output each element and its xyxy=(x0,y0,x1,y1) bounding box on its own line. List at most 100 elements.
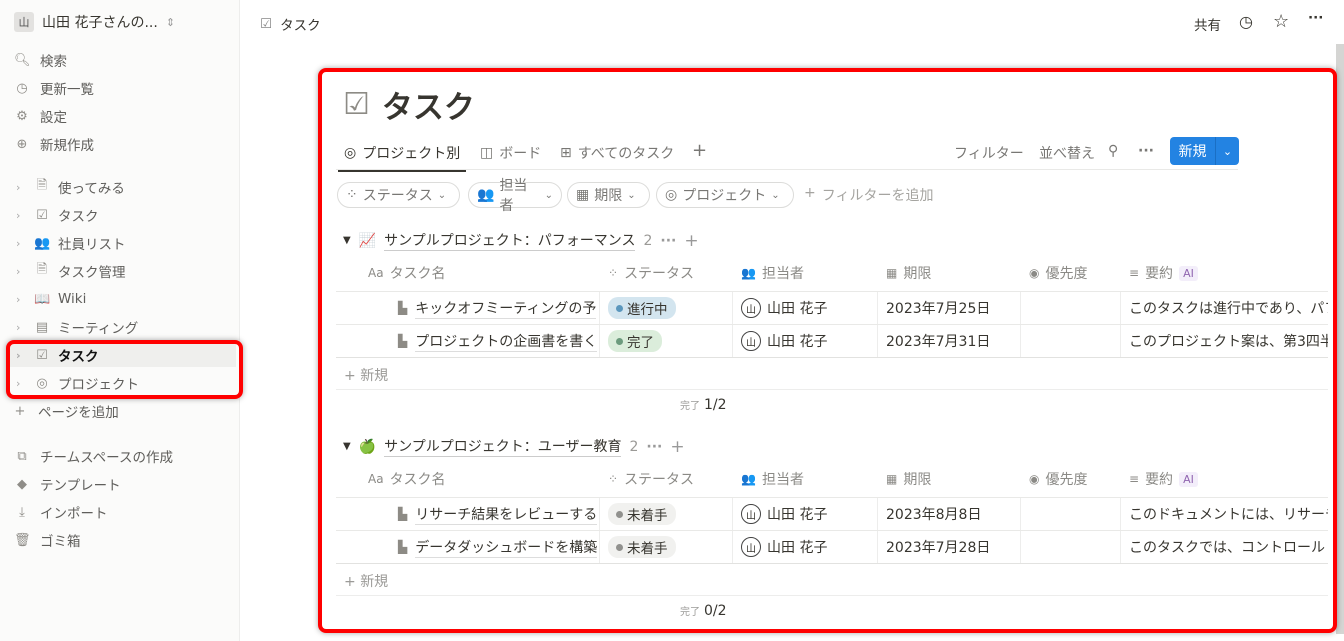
column-label: 要約 xyxy=(1145,469,1173,489)
column-header[interactable]: Aaタスク名 xyxy=(368,263,446,283)
page-icon: ▙ xyxy=(398,301,407,315)
status-icon: ⁘ xyxy=(608,472,618,486)
status-badge: 進行中 xyxy=(608,297,676,319)
task-name[interactable]: キックオフミーティングの予 xyxy=(415,298,596,319)
column-header[interactable]: ▦ 期限 xyxy=(886,263,931,283)
calendar-icon: ▦ xyxy=(886,266,897,280)
column-label: 要約 xyxy=(1145,263,1173,283)
done-value: 0/2 xyxy=(704,603,727,619)
summary-text: このタスクでは、コントロール xyxy=(1129,537,1325,557)
table-cell[interactable] xyxy=(1021,531,1121,563)
table-row[interactable]: ▙キックオフミーティングの予進行中山山田 花子2023年7月25日このタスクは進… xyxy=(336,291,1336,324)
status-badge: 未着手 xyxy=(608,503,676,525)
task-name[interactable]: データダッシュボードを構築 xyxy=(415,537,597,558)
status-label: 進行中 xyxy=(627,298,668,318)
table-cell[interactable]: 2023年7月31日 xyxy=(878,325,1021,357)
column-header[interactable]: ◉優先度 xyxy=(1029,263,1087,283)
ai-badge: AI xyxy=(1179,266,1198,281)
column-label: 期限 xyxy=(903,263,931,283)
column-header[interactable]: ▦期限 xyxy=(886,469,931,489)
table-cell[interactable]: ▙ リサーチ結果をレビューする xyxy=(336,498,600,530)
add-row-button[interactable]: + 新規 xyxy=(344,571,388,591)
group-emoji-icon: 📈 xyxy=(359,233,376,249)
add-row-button[interactable]: + 新規 xyxy=(344,365,388,385)
table-cell[interactable]: 2023年7月28日 xyxy=(878,531,1021,563)
table-divider xyxy=(336,595,1336,596)
due-date: 2023年8月8日 xyxy=(886,504,981,524)
table-cell[interactable]: 完了 xyxy=(600,325,733,357)
table-row[interactable]: ▙プロジェクトの企画書を書く完了山山田 花子2023年7月31日このプロジェクト… xyxy=(336,324,1336,357)
table-cell[interactable]: 山山田 花子 xyxy=(733,292,878,324)
page-icon: ▙ xyxy=(398,540,407,554)
table-cell[interactable]: 山山田 花子 xyxy=(733,498,878,530)
group-header[interactable]: ▼ 📈 サンプルプロジェクト：パフォーマンス 2 ··· + xyxy=(343,230,699,251)
assignee-name: 山田 花子 xyxy=(767,537,827,557)
status-badge: 完了 xyxy=(608,330,662,352)
text-icon: Aa xyxy=(368,266,384,280)
group-count: 2 xyxy=(629,439,638,455)
column-header[interactable]: 👥担当者 xyxy=(741,263,804,283)
group-footer-calc[interactable]: 完了0/2 xyxy=(680,603,727,619)
table-cell[interactable]: ▙ キックオフミーティングの予 xyxy=(336,292,600,324)
table-cell[interactable]: 進行中 xyxy=(600,292,733,324)
plus-icon: + xyxy=(344,368,360,384)
group-title[interactable]: サンプルプロジェクト：ユーザー教育 xyxy=(384,436,621,457)
column-label: 優先度 xyxy=(1045,263,1087,283)
collapse-triangle-icon[interactable]: ▼ xyxy=(343,235,351,246)
text-icon: Aa xyxy=(368,472,384,486)
done-label: 完了 xyxy=(680,401,700,412)
column-label: 期限 xyxy=(903,469,931,489)
avatar: 山 xyxy=(741,298,761,318)
column-header[interactable]: ≡要約AI xyxy=(1129,263,1198,283)
column-header[interactable]: ◉優先度 xyxy=(1029,469,1087,489)
summary-text: このタスクは進行中であり、パフ xyxy=(1129,298,1336,318)
table-cell[interactable]: ▙ プロジェクトの企画書を書く xyxy=(336,325,600,357)
group-count: 2 xyxy=(643,233,652,249)
assignee-name: 山田 花子 xyxy=(767,298,827,318)
table-cell[interactable] xyxy=(1021,325,1121,357)
scrollbar[interactable] xyxy=(1336,44,1344,634)
assignee-name: 山田 花子 xyxy=(767,331,827,351)
table-cell[interactable]: 未着手 xyxy=(600,531,733,563)
group-header[interactable]: ▼ 🍏 サンプルプロジェクト：ユーザー教育 2 ··· + xyxy=(343,436,685,457)
table-cell[interactable]: 2023年7月25日 xyxy=(878,292,1021,324)
column-label: ステータス xyxy=(624,469,694,489)
people-icon: 👥 xyxy=(741,266,756,280)
more-icon[interactable]: ··· xyxy=(646,439,662,455)
table-row[interactable]: ▙ データダッシュボードを構築未着手山山田 花子2023年7月28日 このタスクでは… xyxy=(336,530,1336,563)
page-icon: ▙ xyxy=(398,334,407,348)
collapse-triangle-icon[interactable]: ▼ xyxy=(343,441,351,452)
table-cell[interactable]: 山山田 花子 xyxy=(733,325,878,357)
table-cell[interactable]: 未着手 xyxy=(600,498,733,530)
plus-icon[interactable]: + xyxy=(670,437,684,457)
table-cell[interactable]: 2023年8月8日 xyxy=(878,498,1021,530)
status-dot xyxy=(616,338,623,345)
plus-icon[interactable]: + xyxy=(684,231,698,251)
status-label: 未着手 xyxy=(627,504,668,524)
page-icon: ▙ xyxy=(398,507,407,521)
column-header[interactable]: Aa タスク名 xyxy=(368,469,446,489)
table-cell[interactable] xyxy=(1021,498,1121,530)
group-footer-calc[interactable]: 完了1/2 xyxy=(680,397,727,413)
people-icon: 👥 xyxy=(741,472,756,486)
table-cell[interactable] xyxy=(1021,292,1121,324)
table-cell[interactable]: 山山田 花子 xyxy=(733,531,878,563)
more-icon[interactable]: ··· xyxy=(660,233,676,249)
status-label: 完了 xyxy=(627,331,654,351)
table-cell[interactable]: ▙ データダッシュボードを構築 xyxy=(336,531,600,563)
table-row[interactable]: ▙リサーチ結果をレビューする未着手山山田 花子2023年8月8日このドキュメント… xyxy=(336,497,1336,530)
group-title[interactable]: サンプルプロジェクト：パフォーマンス xyxy=(384,230,635,251)
column-header[interactable]: ⁘ステータス xyxy=(608,263,694,283)
column-header[interactable]: ≡要約AI xyxy=(1129,469,1198,489)
group-emoji-icon: 🍏 xyxy=(359,439,376,455)
column-label: 優先度 xyxy=(1045,469,1087,489)
column-label: タスク名 xyxy=(390,469,446,489)
lines-icon: ≡ xyxy=(1129,472,1139,486)
status-icon: ⁘ xyxy=(608,266,618,280)
column-header[interactable]: ⁘ ステータス xyxy=(608,469,694,489)
column-header[interactable]: 👥担当者 xyxy=(741,469,804,489)
assignee-name: 山田 花子 xyxy=(767,504,827,524)
task-name[interactable]: プロジェクトの企画書を書く xyxy=(415,331,597,352)
table-cell: このタスクでは、コントロール xyxy=(1121,531,1336,563)
task-name[interactable]: リサーチ結果をレビューする xyxy=(415,504,597,525)
